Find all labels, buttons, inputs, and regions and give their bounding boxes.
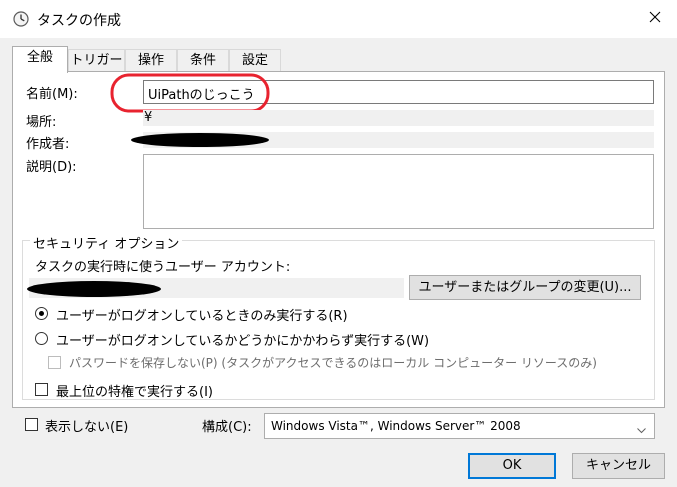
security-group-label: セキュリティ オプション <box>30 233 183 252</box>
description-textarea[interactable] <box>143 154 654 229</box>
highest-privileges-label: 最上位の特権で実行する(I) <box>56 385 213 400</box>
configure-for-value: Windows Vista™, Windows Server™ 2008 <box>271 419 521 433</box>
close-button[interactable] <box>636 4 674 34</box>
author-label: 作成者: <box>26 137 70 152</box>
clock-icon <box>13 11 29 27</box>
tab-general[interactable]: 全般 <box>12 46 68 73</box>
radio-run-only-logged-on[interactable] <box>35 307 48 320</box>
tab-actions[interactable]: 操作 <box>125 49 177 73</box>
description-label: 説明(D): <box>26 160 77 175</box>
author-field <box>131 132 654 148</box>
location-field: ¥ <box>143 110 654 126</box>
name-label: 名前(M): <box>26 87 78 102</box>
radio-run-whether-logged-on[interactable] <box>35 332 48 345</box>
location-label: 場所: <box>26 115 57 130</box>
tab-conditions[interactable]: 条件 <box>177 49 229 73</box>
radio-run-whether-logged-on-label: ユーザーがログオンしているかどうかにかかわらず実行する(W) <box>56 334 430 349</box>
tab-settings[interactable]: 設定 <box>229 49 281 73</box>
do-not-store-password-label: パスワードを保存しない(P) (タスクがアクセスできるのはローカル コンピュータ… <box>69 356 597 370</box>
chevron-down-icon <box>637 423 646 438</box>
tab-triggers[interactable]: トリガー <box>68 49 125 73</box>
configure-for-label: 構成(C): <box>202 420 252 435</box>
ok-button[interactable]: OK <box>468 453 556 479</box>
run-as-account-label: タスクの実行時に使うユーザー アカウント: <box>35 260 291 275</box>
do-not-store-password-checkbox[interactable] <box>48 356 61 369</box>
cancel-button[interactable]: キャンセル <box>572 453 665 479</box>
highlight-circle <box>110 73 270 113</box>
close-icon <box>649 11 661 27</box>
title-bar: タスクの作成 <box>0 0 677 38</box>
configure-for-combobox[interactable]: Windows Vista™, Windows Server™ 2008 <box>264 413 655 439</box>
account-redaction <box>27 281 161 297</box>
hidden-label: 表示しない(E) <box>45 420 129 435</box>
run-as-account-field <box>27 278 404 298</box>
window-title: タスクの作成 <box>37 13 121 29</box>
location-value: ¥ <box>144 110 153 125</box>
author-redaction <box>131 133 269 147</box>
change-user-group-button[interactable]: ユーザーまたはグループの変更(U)... <box>409 275 641 300</box>
highest-privileges-checkbox[interactable] <box>35 383 48 396</box>
hidden-checkbox[interactable] <box>25 418 38 431</box>
radio-run-only-logged-on-label: ユーザーがログオンしているときのみ実行する(R) <box>56 309 348 324</box>
